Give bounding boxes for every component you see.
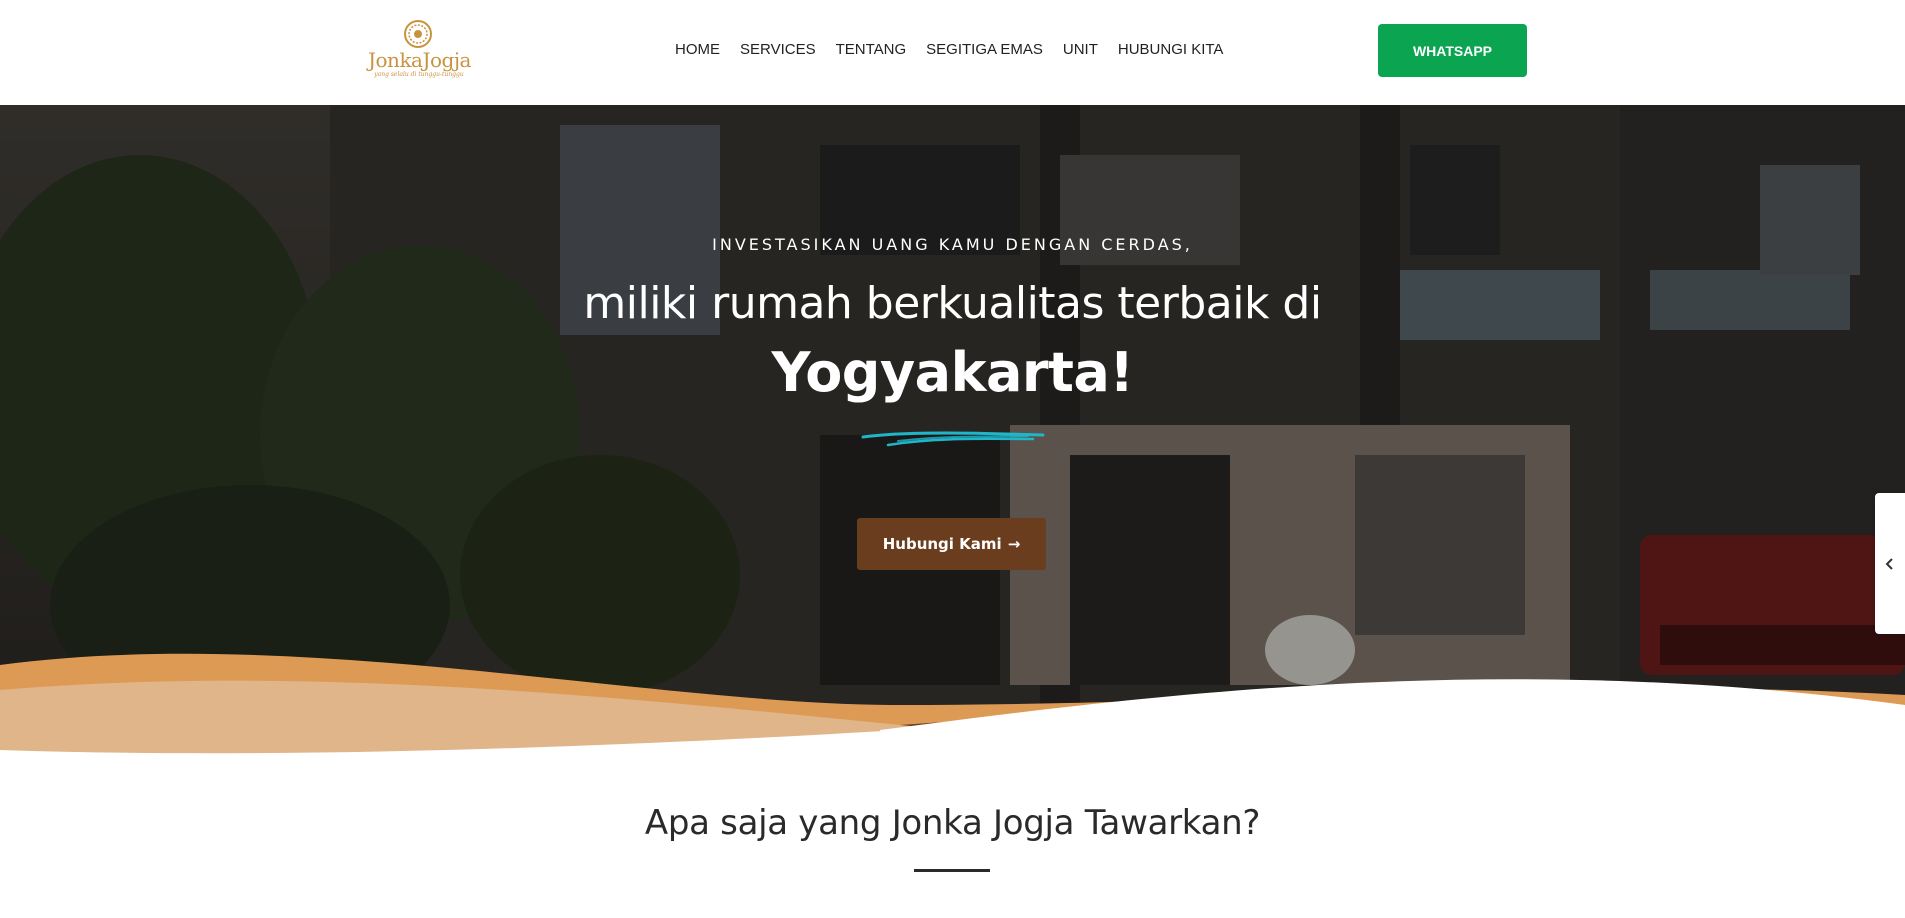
nav-hubungi-kita[interactable]: HUBUNGI KITA [1118,41,1224,58]
services-section-title: Apa saja yang Jonka Jogja Tawarkan? [644,803,1261,843]
hero-title-line2: Yogyakarta! [771,341,1134,404]
hero-subtitle: INVESTASIKAN UANG KAMU DENGAN CERDAS, [712,235,1193,254]
site-header: JonkaJogja yang selalu di tunggu-tunggu … [0,0,1905,105]
section-divider [914,869,990,872]
side-panel-toggle[interactable] [1875,493,1905,634]
logo-name: JonkaJogja [368,48,471,72]
nav-unit[interactable]: UNIT [1063,41,1098,58]
cta-label: Hubungi Kami [882,535,1002,553]
logo-tagline: yang selalu di tunggu-tunggu [374,71,464,78]
chevron-left-icon [1885,557,1893,570]
nav-segitiga-emas[interactable]: SEGITIGA EMAS [926,41,1043,58]
nav-tentang[interactable]: TENTANG [836,41,907,58]
contact-us-button[interactable]: Hubungi Kami → [857,518,1046,570]
hero-section: INVESTASIKAN UANG KAMU DENGAN CERDAS, mi… [0,105,1905,800]
hero-title-line1: miliki rumah berkualitas terbaik di [583,278,1322,329]
whatsapp-button[interactable]: WHATSAPP [1378,24,1527,77]
nav-home[interactable]: HOME [675,41,720,58]
main-nav: HOME SERVICES TENTANG SEGITIGA EMAS UNIT… [675,41,1223,58]
sun-logo-icon [404,20,432,48]
nav-services[interactable]: SERVICES [740,41,816,58]
site-logo[interactable]: JonkaJogja yang selalu di tunggu-tunggu [368,18,471,84]
arrow-right-icon: → [1007,535,1021,553]
scribble-underline-icon [861,431,1045,447]
